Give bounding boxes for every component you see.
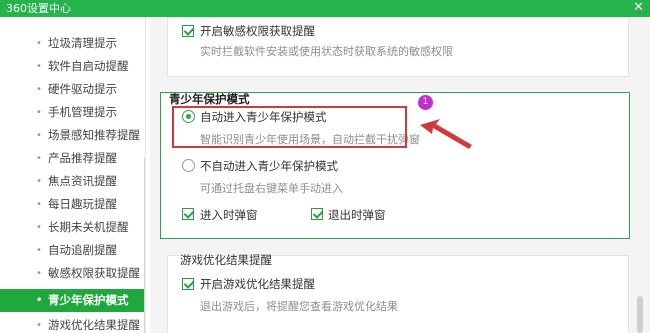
bullet-icon: • (36, 61, 42, 72)
game-optimization-section: 游戏优化结果提醒 开启游戏优化结果提醒 退出游戏后，将提醒您查看游戏优化结果 (167, 253, 629, 333)
sidebar-item-label: 垃圾清理提示 (48, 36, 117, 50)
sidebar-item-sensitive[interactable]: • 敏感权限获取提醒 (0, 262, 145, 285)
sidebar-item-label: 自动追剧提醒 (48, 243, 117, 257)
main-content: 开启敏感权限获取提醒 实时拦截软件安装或使用状态时获取系统的敏感权限 青少年保护… (150, 17, 650, 333)
sidebar-item-autostart[interactable]: • 软件自启动提醒 (0, 55, 145, 78)
sidebar-item-youth-mode[interactable]: • 青少年保护模式 (0, 289, 145, 312)
sidebar-item-label: 游戏优化结果提醒 (48, 318, 140, 332)
bullet-icon: • (36, 199, 42, 210)
close-icon[interactable]: ✕ (633, 0, 644, 16)
sensitive-description: 实时拦截软件安装或使用状态时获取系统的敏感权限 (200, 45, 453, 58)
enter-popup-label: 进入时弹窗 (200, 208, 258, 222)
game-section-title: 游戏优化结果提醒 (180, 253, 272, 267)
exit-popup-checkbox[interactable] (311, 208, 323, 220)
enter-popup-checkbox[interactable] (182, 208, 194, 220)
bullet-icon: • (36, 38, 42, 49)
sidebar-item-shutdown[interactable]: • 长期未关机提醒 (0, 216, 145, 239)
sidebar-item-label: 青少年保护模式 (48, 293, 129, 307)
sidebar-item-product[interactable]: • 产品推荐提醒 (0, 147, 145, 170)
window-title: 360设置中心 (6, 2, 71, 15)
sidebar-item-label: 软件自启动提醒 (48, 59, 129, 73)
bullet-icon: • (36, 107, 42, 118)
sensitive-permission-section: 开启敏感权限获取提醒 实时拦截软件安装或使用状态时获取系统的敏感权限 (167, 17, 629, 77)
annotation-highlight-box (172, 106, 407, 148)
youth-manual-description: 可通过托盘右键菜单手动进入 (200, 182, 343, 195)
youth-section-title: 青少年保护模式 (169, 92, 250, 106)
sidebar-item-label: 产品推荐提醒 (48, 151, 117, 165)
sidebar-item-phone[interactable]: • 手机管理提示 (0, 101, 145, 124)
sidebar-item-label: 敏感权限获取提醒 (48, 266, 140, 280)
bullet-icon: • (36, 176, 42, 187)
sidebar-item-game[interactable]: • 游戏优化结果提醒 (0, 314, 145, 333)
title-bar: 360设置中心 ✕ (0, 0, 650, 17)
sensitive-checkbox[interactable] (182, 25, 194, 37)
annotation-badge: 1 (418, 95, 433, 110)
bullet-icon: • (36, 320, 42, 331)
bullet-icon: • (36, 295, 43, 306)
sidebar-scrollbar[interactable] (144, 157, 145, 333)
sidebar-item-label: 手机管理提示 (48, 105, 117, 119)
main-scrollbar[interactable] (637, 296, 643, 333)
bullet-icon: • (36, 268, 42, 279)
sidebar-item-drama[interactable]: • 自动追剧提醒 (0, 239, 145, 262)
sidebar-item-label: 焦点资讯提醒 (48, 174, 117, 188)
sidebar-item-junk-cleanup[interactable]: • 垃圾清理提示 (0, 32, 145, 55)
sidebar-item-news[interactable]: • 焦点资讯提醒 (0, 170, 145, 193)
bullet-icon: • (36, 84, 42, 95)
game-checkbox[interactable] (182, 278, 194, 290)
bullet-icon: • (36, 222, 42, 233)
sidebar-item-label: 每日趣玩提醒 (48, 197, 117, 211)
sidebar: • 垃圾清理提示 • 软件自启动提醒 • 硬件驱动提示 • 手机管理提示 • 场景感知推荐… (0, 17, 146, 333)
bullet-icon: • (36, 130, 42, 141)
sensitive-checkbox-label: 开启敏感权限获取提醒 (200, 24, 315, 38)
youth-manual-label: 不自动进入青少年保护模式 (200, 159, 338, 173)
sidebar-item-label: 长期未关机提醒 (48, 220, 129, 234)
sidebar-item-scene[interactable]: • 场景感知推荐提醒 (0, 124, 145, 147)
exit-popup-label: 退出时弹窗 (328, 208, 386, 222)
game-description: 退出游戏后，将提醒您查看游戏优化结果 (200, 300, 398, 313)
youth-manual-radio[interactable] (182, 159, 195, 172)
game-checkbox-label: 开启游戏优化结果提醒 (200, 277, 315, 291)
sidebar-item-driver[interactable]: • 硬件驱动提示 (0, 78, 145, 101)
sidebar-item-label: 硬件驱动提示 (48, 82, 117, 96)
sidebar-item-label: 场景感知推荐提醒 (48, 128, 140, 142)
bullet-icon: • (36, 153, 42, 164)
bullet-icon: • (36, 245, 42, 256)
sidebar-item-daily-fun[interactable]: • 每日趣玩提醒 (0, 193, 145, 216)
